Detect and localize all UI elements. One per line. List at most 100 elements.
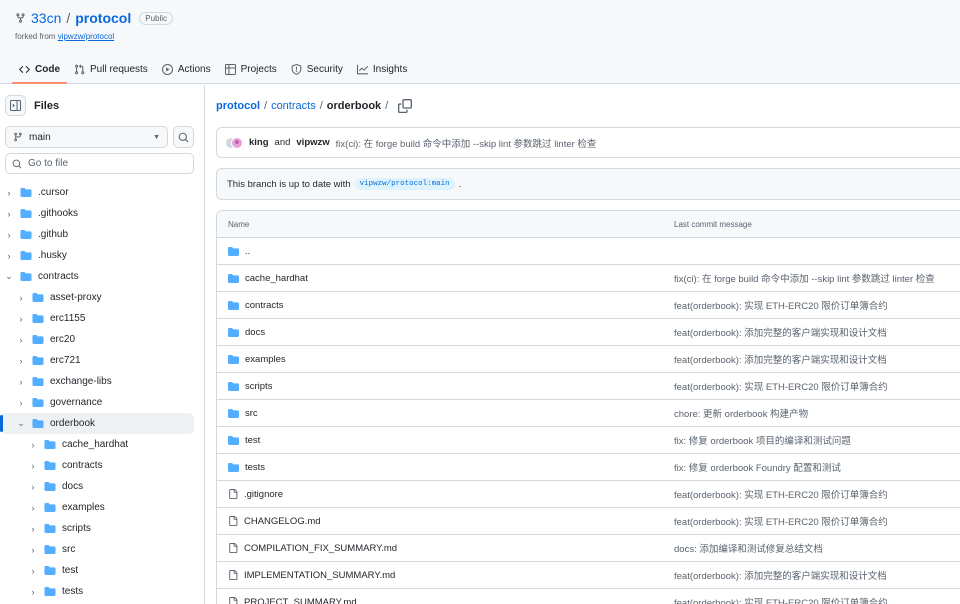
go-to-file-input[interactable]: [28, 158, 178, 169]
table-row[interactable]: .gitignore feat(orderbook): 实现 ETH-ERC20 …: [217, 481, 960, 508]
table-row[interactable]: scripts feat(orderbook): 实现 ETH-ERC20 限价订…: [217, 373, 960, 400]
commit-message-cell[interactable]: feat(orderbook): 添加完整的客户端实现和设计文档: [674, 352, 887, 366]
repo-name-link[interactable]: protocol: [75, 10, 131, 26]
branch-status-ref[interactable]: vipwzw/protocol:main: [354, 178, 455, 190]
chevron-right-icon[interactable]: ›: [16, 356, 26, 366]
chevron-right-icon[interactable]: ›: [16, 398, 26, 408]
tab-security[interactable]: Security: [284, 58, 350, 80]
tree-item-github[interactable]: › .github: [0, 224, 204, 245]
table-row[interactable]: src chore: 更新 orderbook 构建产物: [217, 400, 960, 427]
chevron-right-icon[interactable]: ›: [4, 209, 14, 219]
collapse-sidebar-button[interactable]: [5, 95, 26, 116]
table-row[interactable]: docs feat(orderbook): 添加完整的客户端实现和设计文档: [217, 319, 960, 346]
go-to-file-field[interactable]: [5, 153, 194, 174]
commit-author-link[interactable]: vipwzw: [296, 137, 329, 148]
tree-item-asset-proxy[interactable]: › asset-proxy: [0, 287, 204, 308]
chevron-right-icon[interactable]: ›: [28, 545, 38, 555]
chevron-right-icon[interactable]: ›: [28, 461, 38, 471]
chevron-down-icon[interactable]: ⌄: [4, 271, 14, 282]
tab-actions[interactable]: Actions: [155, 58, 218, 80]
commit-message-cell[interactable]: feat(orderbook): 实现 ETH-ERC20 限价订单簿合约: [674, 595, 888, 604]
commit-message-link[interactable]: fix(ci): 在 forge build 命令中添加 --skip lint…: [336, 136, 597, 150]
commit-message-cell[interactable]: fix: 修复 orderbook 项目的编译和测试问题: [674, 433, 851, 447]
search-files-button[interactable]: [173, 126, 194, 148]
chevron-right-icon[interactable]: ›: [16, 293, 26, 303]
commit-message-cell[interactable]: docs: 添加编译和测试修复总结文档: [674, 541, 823, 555]
copy-path-icon[interactable]: [398, 99, 413, 113]
tree-item-cache-hardhat[interactable]: › cache_hardhat: [0, 434, 204, 455]
file-name-link[interactable]: cache_hardhat: [245, 273, 308, 284]
tree-item-docs[interactable]: › docs: [0, 476, 204, 497]
tree-item-examples[interactable]: › examples: [0, 497, 204, 518]
file-name-link[interactable]: docs: [245, 327, 265, 338]
breadcrumb-contracts-link[interactable]: contracts: [271, 100, 316, 112]
branch-selector[interactable]: main ▼: [5, 126, 168, 148]
file-name-link[interactable]: CHANGELOG.md: [244, 516, 321, 527]
commit-author-link[interactable]: king: [249, 137, 269, 148]
tree-item-src[interactable]: › src: [0, 539, 204, 560]
chevron-right-icon[interactable]: ›: [16, 377, 26, 387]
table-row[interactable]: cache_hardhat fix(ci): 在 forge build 命令中添…: [217, 265, 960, 292]
tree-item-githooks[interactable]: › .githooks: [0, 203, 204, 224]
tree-item-tests[interactable]: › tests: [0, 581, 204, 602]
tree-item-orderbook[interactable]: ⌄ orderbook: [0, 413, 194, 434]
chevron-right-icon[interactable]: ›: [28, 482, 38, 492]
commit-message-cell[interactable]: feat(orderbook): 实现 ETH-ERC20 限价订单簿合约: [674, 379, 888, 393]
commit-message-cell[interactable]: feat(orderbook): 添加完整的客户端实现和设计文档: [674, 325, 887, 339]
chevron-right-icon[interactable]: ›: [28, 566, 38, 576]
file-name-link[interactable]: scripts: [245, 381, 272, 392]
file-name-link[interactable]: ..: [245, 246, 250, 257]
tree-item-erc721[interactable]: › erc721: [0, 350, 204, 371]
table-row[interactable]: test fix: 修复 orderbook 项目的编译和测试问题: [217, 427, 960, 454]
tree-item-contracts[interactable]: ⌄ contracts: [0, 266, 204, 287]
tree-item-governance[interactable]: › governance: [0, 392, 204, 413]
file-name-link[interactable]: IMPLEMENTATION_SUMMARY.md: [244, 570, 395, 581]
chevron-right-icon[interactable]: ›: [28, 524, 38, 534]
table-row[interactable]: ..: [217, 238, 960, 265]
forked-from-link[interactable]: vipwzw/protocol: [58, 32, 114, 41]
tree-item-exchange-libs[interactable]: › exchange-libs: [0, 371, 204, 392]
table-row[interactable]: PROJECT_SUMMARY.md feat(orderbook): 实现 ET…: [217, 589, 960, 604]
chevron-right-icon[interactable]: ›: [4, 188, 14, 198]
tree-item-husky[interactable]: › .husky: [0, 245, 204, 266]
tree-item-cursor[interactable]: › .cursor: [0, 182, 204, 203]
tree-item-erc20[interactable]: › erc20: [0, 329, 204, 350]
tab-projects[interactable]: Projects: [218, 58, 284, 80]
repo-owner-link[interactable]: 33cn: [31, 10, 61, 26]
chevron-right-icon[interactable]: ›: [4, 230, 14, 240]
table-row[interactable]: IMPLEMENTATION_SUMMARY.md feat(orderbook)…: [217, 562, 960, 589]
file-name-link[interactable]: PROJECT_SUMMARY.md: [244, 597, 357, 604]
commit-message-cell[interactable]: feat(orderbook): 添加完整的客户端实现和设计文档: [674, 568, 887, 582]
file-name-link[interactable]: COMPILATION_FIX_SUMMARY.md: [244, 543, 397, 554]
file-name-link[interactable]: src: [245, 408, 258, 419]
commit-message-cell[interactable]: fix: 修复 orderbook Foundry 配置和测试: [674, 460, 841, 474]
chevron-right-icon[interactable]: ›: [16, 314, 26, 324]
file-name-link[interactable]: .gitignore: [244, 489, 283, 500]
file-name-link[interactable]: contracts: [245, 300, 284, 311]
tab-pull-requests[interactable]: Pull requests: [67, 58, 155, 80]
table-row[interactable]: contracts feat(orderbook): 实现 ETH-ERC20 限…: [217, 292, 960, 319]
tree-item-erc1155[interactable]: › erc1155: [0, 308, 204, 329]
table-row[interactable]: COMPILATION_FIX_SUMMARY.md docs: 添加编译和测试修…: [217, 535, 960, 562]
file-name-link[interactable]: examples: [245, 354, 286, 365]
tab-code[interactable]: Code: [12, 58, 67, 84]
commit-message-cell[interactable]: chore: 更新 orderbook 构建产物: [674, 406, 808, 420]
tree-item-contracts[interactable]: › contracts: [0, 455, 204, 476]
table-row[interactable]: CHANGELOG.md feat(orderbook): 实现 ETH-ERC2…: [217, 508, 960, 535]
chevron-right-icon[interactable]: ›: [16, 335, 26, 345]
tree-item-scripts[interactable]: › scripts: [0, 518, 204, 539]
chevron-right-icon[interactable]: ›: [28, 587, 38, 597]
commit-message-cell[interactable]: feat(orderbook): 实现 ETH-ERC20 限价订单簿合约: [674, 514, 888, 528]
commit-message-cell[interactable]: fix(ci): 在 forge build 命令中添加 --skip lint…: [674, 271, 935, 285]
chevron-down-icon[interactable]: ⌄: [16, 418, 26, 429]
tab-insights[interactable]: Insights: [350, 58, 414, 80]
file-name-link[interactable]: test: [245, 435, 260, 446]
commit-message-cell[interactable]: feat(orderbook): 实现 ETH-ERC20 限价订单簿合约: [674, 298, 888, 312]
chevron-right-icon[interactable]: ›: [28, 503, 38, 513]
commit-message-cell[interactable]: feat(orderbook): 实现 ETH-ERC20 限价订单簿合约: [674, 487, 888, 501]
breadcrumb-root-link[interactable]: protocol: [216, 100, 260, 112]
chevron-right-icon[interactable]: ›: [28, 440, 38, 450]
tree-item-test[interactable]: › test: [0, 560, 204, 581]
file-name-link[interactable]: tests: [245, 462, 265, 473]
table-row[interactable]: tests fix: 修复 orderbook Foundry 配置和测试: [217, 454, 960, 481]
